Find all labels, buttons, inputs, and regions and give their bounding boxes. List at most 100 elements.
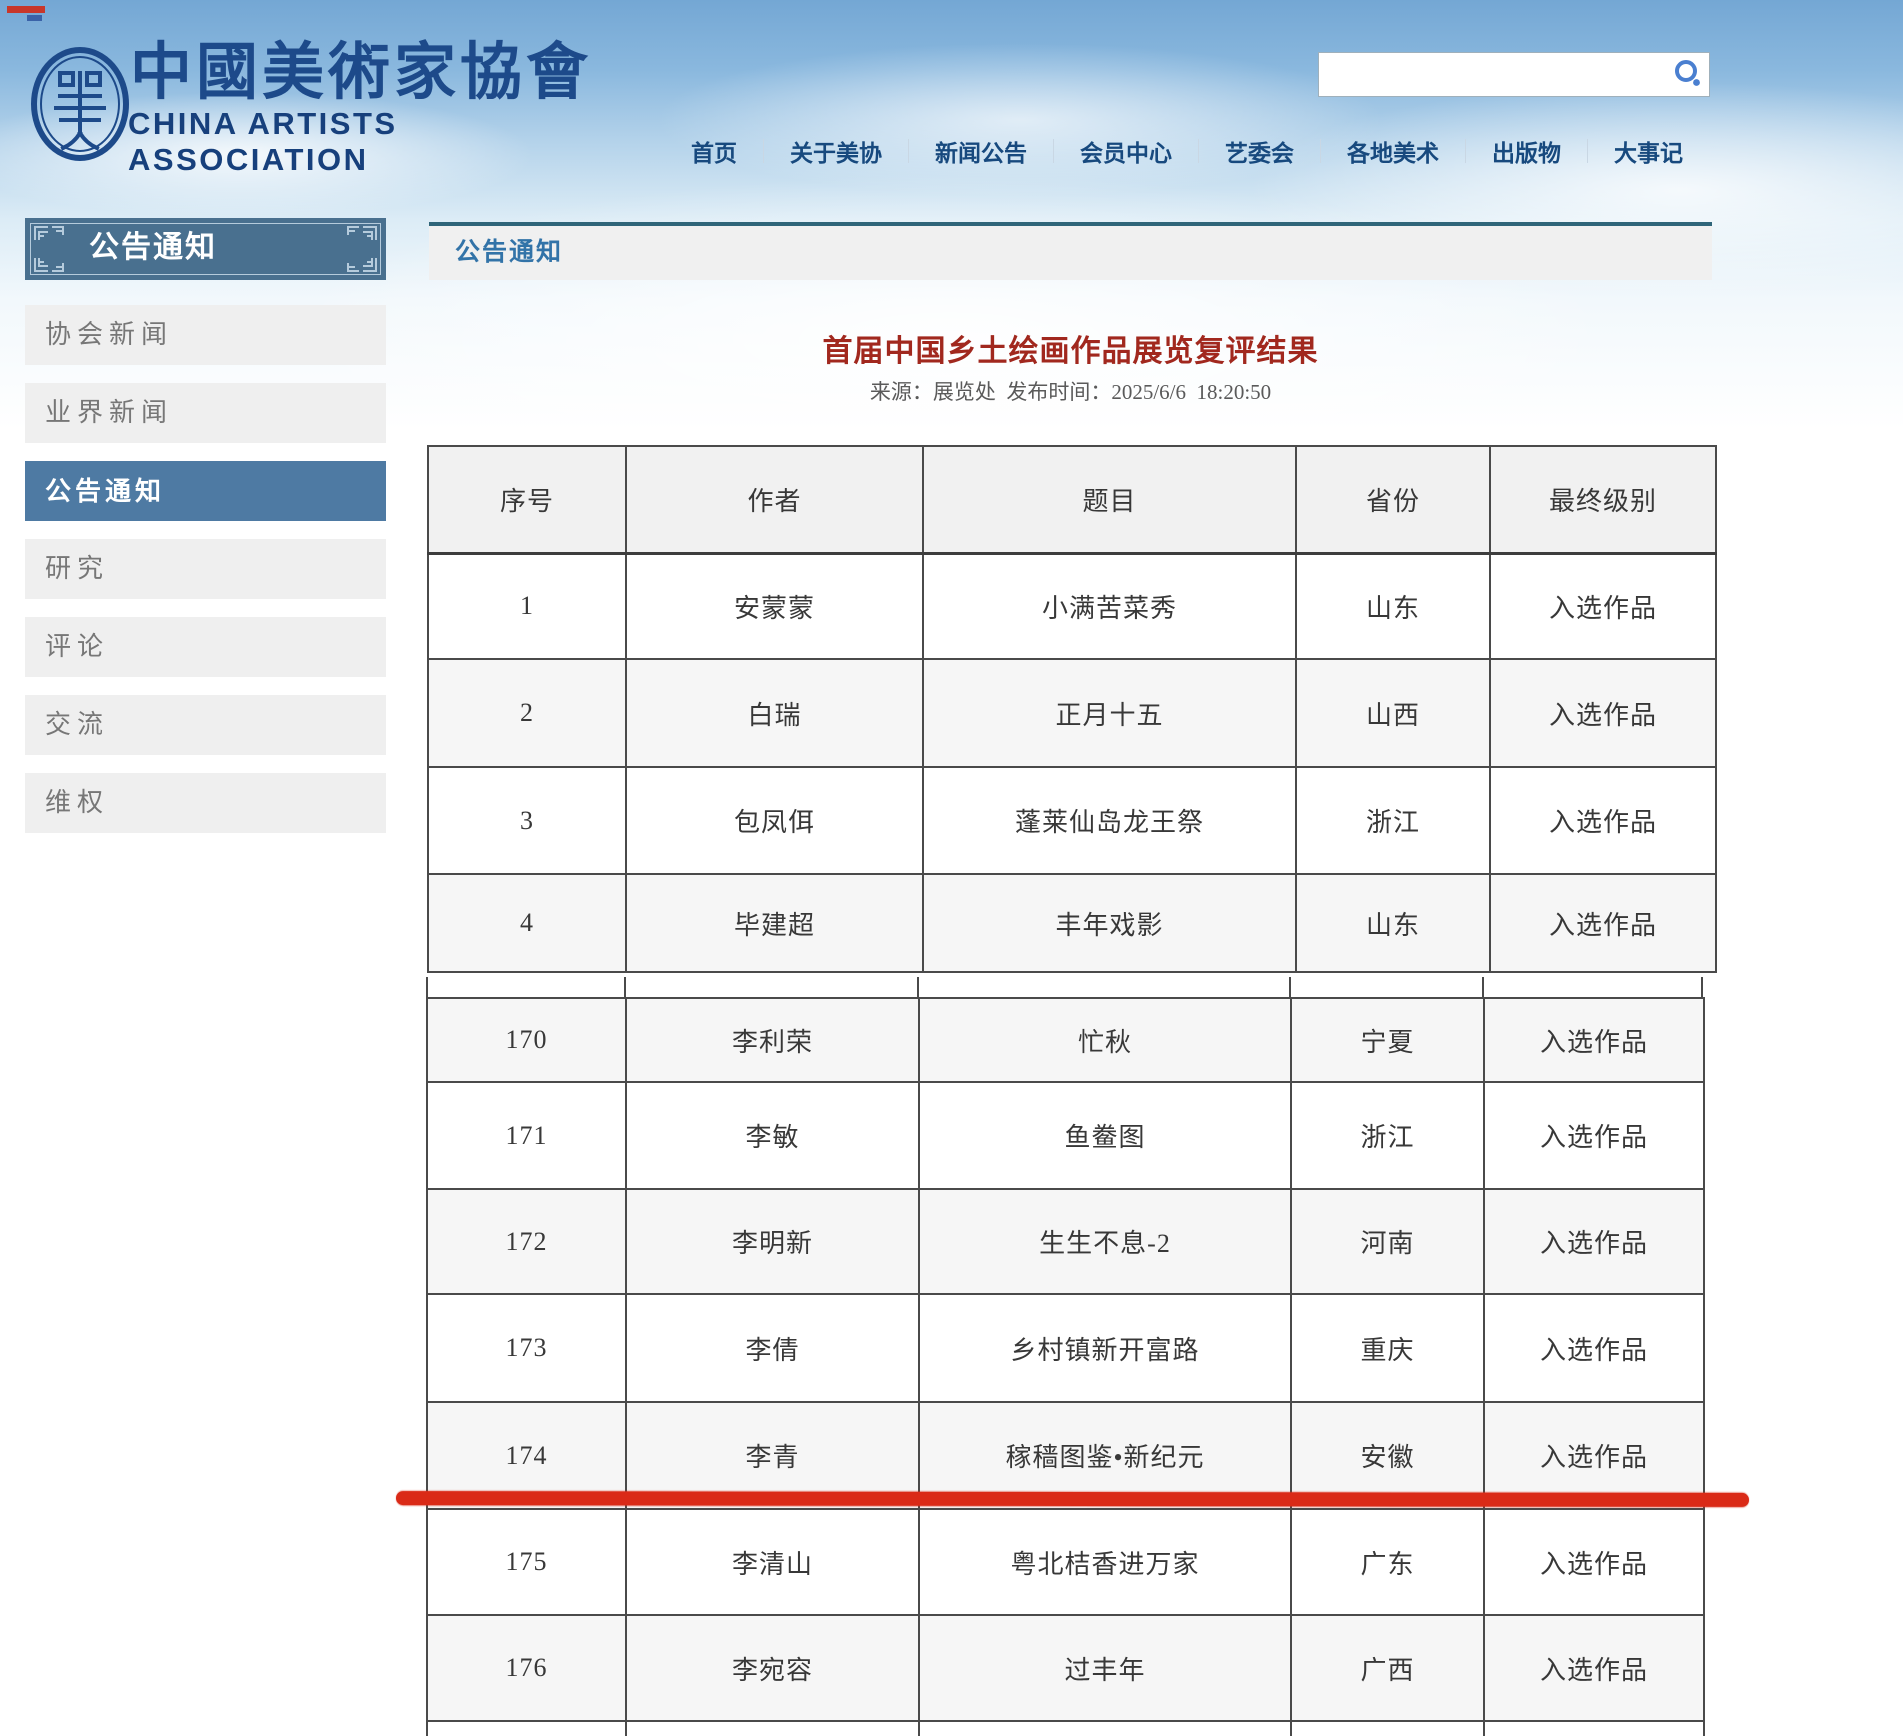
table-cell <box>427 1721 626 1736</box>
table-cell: 正月十五 <box>923 659 1296 767</box>
logo-chinese-title: 中國美術家協會 <box>130 40 630 106</box>
nav-item-news[interactable]: 新闻公告 <box>909 134 1053 168</box>
table-cell: 173 <box>427 1294 626 1402</box>
sidebar-item-association-news[interactable]: 协会新闻 <box>25 305 386 365</box>
table-cell: 宁夏 <box>1291 998 1484 1082</box>
breadcrumb: 公告通知 <box>455 226 563 280</box>
nav-item-home[interactable]: 首页 <box>665 134 763 168</box>
nav-item-regional-art[interactable]: 各地美术 <box>1321 134 1465 168</box>
table-cell: 171 <box>427 1082 626 1189</box>
sidebar-title: 公告通知 <box>89 218 217 280</box>
sidebar-header: 公告通知 <box>25 218 386 280</box>
table-cell: 鱼鲞图 <box>919 1082 1291 1189</box>
screenshot-artifact-blue <box>27 15 42 21</box>
table-cell: 入选作品 <box>1490 659 1716 767</box>
table-cell: 安蒙蒙 <box>626 553 923 659</box>
table-cell: 入选作品 <box>1484 1615 1704 1721</box>
table-row: 170 李利荣 忙秋 宁夏 入选作品 <box>427 998 1704 1082</box>
nav-item-publications[interactable]: 出版物 <box>1466 134 1587 168</box>
breadcrumb-bar: 公告通知 <box>429 222 1712 280</box>
table-cell: 浙江 <box>1291 1082 1484 1189</box>
main-nav: 首页 关于美协 新闻公告 会员中心 艺委会 各地美术 出版物 大事记 <box>665 134 1709 168</box>
table-cell: 4 <box>428 874 626 972</box>
sidebar-item-exchange[interactable]: 交流 <box>25 695 386 755</box>
table-cell: 包凤佴 <box>626 767 923 874</box>
table-row: 3 包凤佴 蓬莱仙岛龙王祭 浙江 入选作品 <box>428 767 1716 874</box>
sidebar-item-research[interactable]: 研究 <box>25 539 386 599</box>
table-cell: 入选作品 <box>1484 1082 1704 1189</box>
table-cell: 乡村镇新开富路 <box>919 1294 1291 1402</box>
table-cell: 白瑞 <box>626 659 923 767</box>
nav-item-members[interactable]: 会员中心 <box>1054 134 1198 168</box>
table-cell: 浙江 <box>1296 767 1490 874</box>
table-cell: 170 <box>427 998 626 1082</box>
table-header-cell: 省份 <box>1296 446 1490 553</box>
table-cell: 粤北桔香进万家 <box>919 1509 1291 1615</box>
table-cell: 重庆 <box>1291 1294 1484 1402</box>
table-cell: 176 <box>427 1615 626 1721</box>
table-cell <box>1484 1721 1704 1736</box>
table-cell: 李倩 <box>626 1294 919 1402</box>
table-row: 1 安蒙蒙 小满苦菜秀 山东 入选作品 <box>428 553 1716 659</box>
table-cell: 毕建超 <box>626 874 923 972</box>
table-row: 172 李明新 生生不息-2 河南 入选作品 <box>427 1189 1704 1294</box>
table-cell: 入选作品 <box>1484 1294 1704 1402</box>
table-cell <box>626 1721 919 1736</box>
site-logo[interactable]: 中國美術家協會 CHINA ARTISTS ASSOCIATION <box>25 40 625 160</box>
table-cell: 3 <box>428 767 626 874</box>
table-stitch-gap <box>426 977 1703 997</box>
table-cell: 入选作品 <box>1484 1189 1704 1294</box>
nav-item-chronicle[interactable]: 大事记 <box>1588 134 1709 168</box>
search-box <box>1318 52 1710 97</box>
article-meta: 来源：展览处 发布时间：2025/6/6 18:20:50 <box>429 376 1712 406</box>
table-cell: 入选作品 <box>1490 874 1716 972</box>
fret-ornament-icon <box>345 224 379 279</box>
sidebar-item-commentary[interactable]: 评论 <box>25 617 386 677</box>
table-cell: 李明新 <box>626 1189 919 1294</box>
table-row: 171 李敏 鱼鲞图 浙江 入选作品 <box>427 1082 1704 1189</box>
table-cell: 丰年戏影 <box>923 874 1296 972</box>
table-cell: 广东 <box>1291 1509 1484 1615</box>
table-cell: 小满苦菜秀 <box>923 553 1296 659</box>
table-cell: 过丰年 <box>919 1615 1291 1721</box>
table-cell: 广西 <box>1291 1615 1484 1721</box>
nav-item-art-committee[interactable]: 艺委会 <box>1199 134 1320 168</box>
table-cell: 入选作品 <box>1484 998 1704 1082</box>
table-cell <box>1291 1721 1484 1736</box>
table-header-cell: 序号 <box>428 446 626 553</box>
table-row: 175 李清山 粤北桔香进万家 广东 入选作品 <box>427 1509 1704 1615</box>
screenshot-artifact-red <box>7 6 45 13</box>
table-cell <box>919 1721 1291 1736</box>
table-cell: 生生不息-2 <box>919 1189 1291 1294</box>
table-header-cell: 作者 <box>626 446 923 553</box>
table-row: 2 白瑞 正月十五 山西 入选作品 <box>428 659 1716 767</box>
table-cell: 李敏 <box>626 1082 919 1189</box>
table-cell: 1 <box>428 553 626 659</box>
table-cell: 蓬莱仙岛龙王祭 <box>923 767 1296 874</box>
search-button[interactable] <box>1671 58 1705 92</box>
table-row-partial <box>427 1721 1704 1736</box>
fret-ornament-icon <box>32 224 66 279</box>
table-header-cell: 题目 <box>923 446 1296 553</box>
sidebar-item-rights[interactable]: 维权 <box>25 773 386 833</box>
table-cell: 李利荣 <box>626 998 919 1082</box>
sidebar-item-industry-news[interactable]: 业界新闻 <box>25 383 386 443</box>
table-cell: 2 <box>428 659 626 767</box>
table-cell: 175 <box>427 1509 626 1615</box>
table-header-cell: 最终级别 <box>1490 446 1716 553</box>
table-cell: 山东 <box>1296 874 1490 972</box>
table-row: 176 李宛容 过丰年 广西 入选作品 <box>427 1615 1704 1721</box>
results-table-bottom: 170 李利荣 忙秋 宁夏 入选作品 171 李敏 鱼鲞图 浙江 入选作品 17… <box>426 997 1705 1736</box>
table-cell: 入选作品 <box>1484 1509 1704 1615</box>
table-cell: 172 <box>427 1189 626 1294</box>
logo-english-title: CHINA ARTISTS ASSOCIATION <box>128 106 648 178</box>
red-marker-line <box>396 1491 1749 1507</box>
sidebar-menu: 协会新闻 业界新闻 公告通知 研究 评论 交流 维权 <box>25 305 386 851</box>
table-cell: 山东 <box>1296 553 1490 659</box>
table-cell: 河南 <box>1291 1189 1484 1294</box>
table-row: 4 毕建超 丰年戏影 山东 入选作品 <box>428 874 1716 972</box>
search-input[interactable] <box>1327 56 1661 94</box>
sidebar-item-announcements[interactable]: 公告通知 <box>25 461 386 521</box>
nav-item-about[interactable]: 关于美协 <box>764 134 908 168</box>
page: 中國美術家協會 CHINA ARTISTS ASSOCIATION 首页 关于美… <box>0 0 1903 1736</box>
